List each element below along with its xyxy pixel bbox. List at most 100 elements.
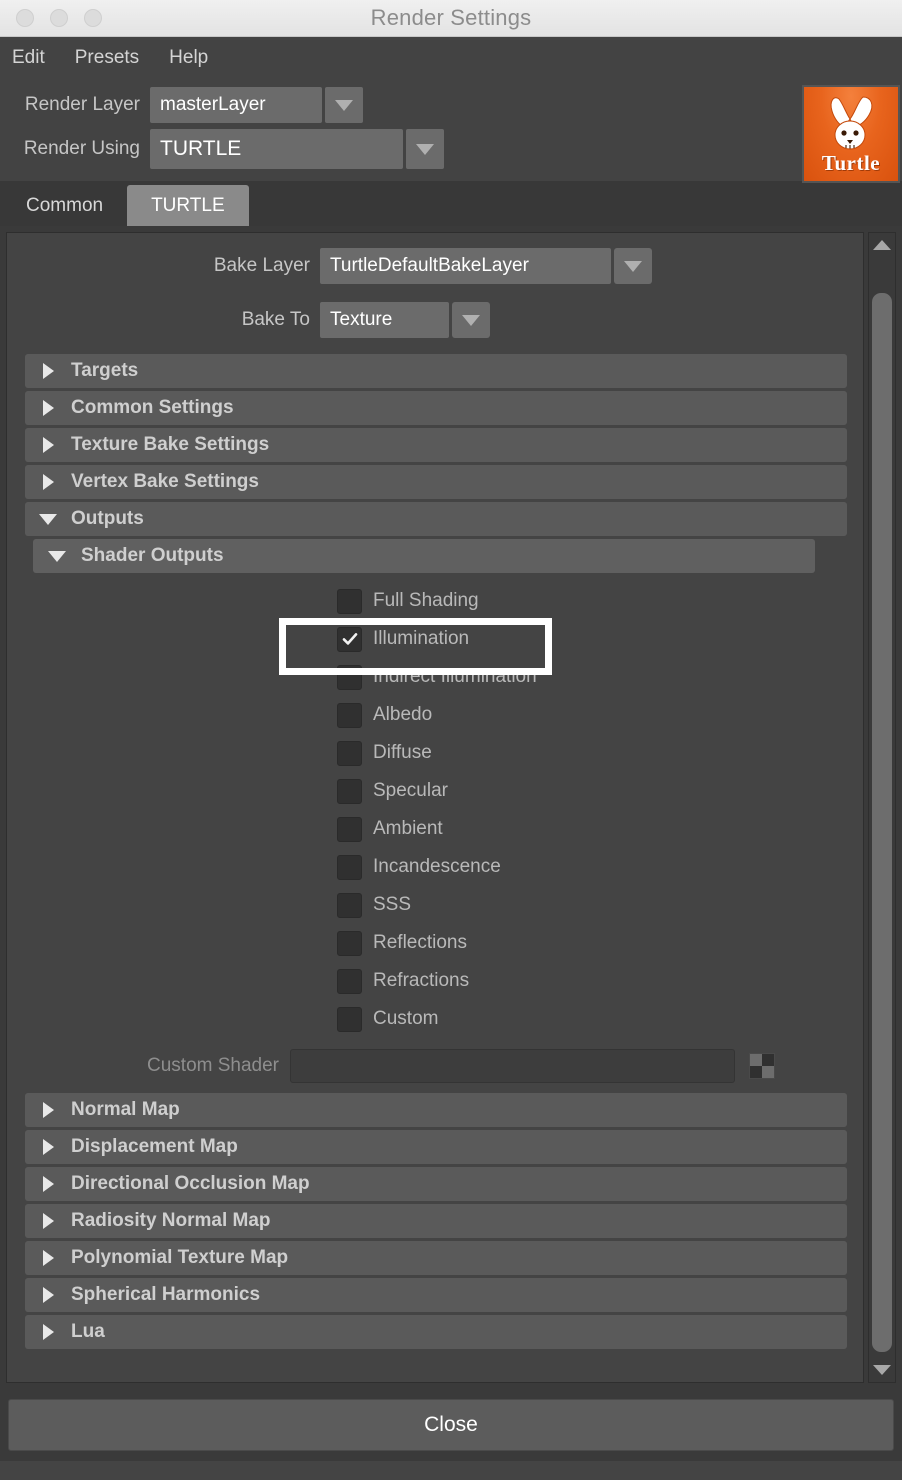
- bake-layer-value[interactable]: TurtleDefaultBakeLayer: [320, 248, 611, 284]
- render-layer-dropdown-button[interactable]: [325, 87, 363, 123]
- scrollbar-thumb[interactable]: [872, 293, 892, 1352]
- menu-bar: Edit Presets Help: [0, 37, 902, 79]
- section-shader-outputs[interactable]: Shader Outputs: [33, 539, 815, 573]
- section-displacement-map-label: Displacement Map: [71, 1136, 238, 1157]
- section-vertex-bake-settings[interactable]: Vertex Bake Settings: [25, 465, 847, 499]
- checkbox-label-full-shading: Full Shading: [373, 590, 479, 611]
- bake-to-dropdown-button[interactable]: [452, 302, 490, 338]
- bake-to-label: Bake To: [241, 309, 310, 330]
- checkbox-row-refractions[interactable]: Refractions: [7, 962, 863, 1000]
- section-polynomial-texture-map-label: Polynomial Texture Map: [71, 1247, 289, 1268]
- checkerboard-icon[interactable]: [749, 1053, 776, 1079]
- checkbox-label-refractions: Refractions: [373, 970, 470, 991]
- render-using-label: Render Using: [23, 138, 140, 159]
- disclosure-right-icon: [25, 437, 71, 453]
- checkbox-diffuse[interactable]: [337, 740, 362, 766]
- checkbox-custom[interactable]: [337, 1006, 362, 1032]
- disclosure-down-icon: [33, 550, 81, 562]
- checkbox-illumination[interactable]: [337, 626, 362, 652]
- checkbox-label-custom: Custom: [373, 1008, 439, 1029]
- checkbox-label-illumination: Illumination: [373, 628, 470, 649]
- scroll-up-button[interactable]: [869, 233, 895, 257]
- checkbox-row-indirect-illumination[interactable]: Indirect Illumination: [7, 658, 863, 696]
- disclosure-right-icon: [25, 1139, 71, 1155]
- checkbox-row-sss[interactable]: SSS: [7, 886, 863, 924]
- section-directional-occlusion-map[interactable]: Directional Occlusion Map: [25, 1167, 847, 1201]
- custom-shader-row: Custom Shader: [7, 1042, 863, 1090]
- render-layer-combo[interactable]: masterLayer: [150, 87, 363, 123]
- section-directional-occlusion-map-label: Directional Occlusion Map: [71, 1173, 310, 1194]
- checkbox-reflections[interactable]: [337, 930, 362, 956]
- checkmark-icon: [342, 633, 357, 645]
- section-polynomial-texture-map[interactable]: Polynomial Texture Map: [25, 1241, 847, 1275]
- checkbox-row-incandescence[interactable]: Incandescence: [7, 848, 863, 886]
- section-spherical-harmonics[interactable]: Spherical Harmonics: [25, 1278, 847, 1312]
- section-vertex-bake-settings-label: Vertex Bake Settings: [71, 471, 259, 492]
- checkbox-label-incandescence: Incandescence: [373, 856, 501, 877]
- scroll-down-button[interactable]: [869, 1358, 895, 1382]
- checkbox-row-ambient[interactable]: Ambient: [7, 810, 863, 848]
- tab-turtle[interactable]: TURTLE: [127, 185, 249, 226]
- menu-edit[interactable]: Edit: [12, 47, 45, 69]
- checkbox-full-shading[interactable]: [337, 588, 362, 614]
- turtle-logo: Turtle: [802, 85, 900, 183]
- checkbox-ambient[interactable]: [337, 816, 362, 842]
- scrollbar-track[interactable]: [869, 257, 895, 1358]
- section-texture-bake-settings[interactable]: Texture Bake Settings: [25, 428, 847, 462]
- close-dialog-button[interactable]: Close: [8, 1399, 894, 1451]
- checkbox-specular[interactable]: [337, 778, 362, 804]
- disclosure-right-icon: [25, 1176, 71, 1192]
- bake-layer-label: Bake Layer: [213, 255, 310, 276]
- disclosure-right-icon: [25, 400, 71, 416]
- checkbox-incandescence[interactable]: [337, 854, 362, 880]
- custom-shader-input[interactable]: [290, 1049, 736, 1083]
- checkbox-row-specular[interactable]: Specular: [7, 772, 863, 810]
- checkbox-row-custom[interactable]: Custom: [7, 1000, 863, 1038]
- section-common-settings-label: Common Settings: [71, 397, 234, 418]
- checkbox-label-diffuse: Diffuse: [373, 742, 432, 763]
- checkbox-indirect-illumination[interactable]: [337, 664, 362, 690]
- bake-to-value[interactable]: Texture: [320, 302, 449, 338]
- tab-common[interactable]: Common: [2, 185, 128, 226]
- menu-presets[interactable]: Presets: [75, 47, 139, 69]
- render-using-value[interactable]: TURTLE: [150, 129, 403, 169]
- checkbox-label-reflections: Reflections: [373, 932, 467, 953]
- disclosure-right-icon: [25, 1250, 71, 1266]
- bake-layer-row: Bake Layer TurtleDefaultBakeLayer: [7, 233, 863, 289]
- render-using-combo[interactable]: TURTLE: [150, 129, 444, 169]
- section-lua[interactable]: Lua: [25, 1315, 847, 1349]
- chevron-down-icon: [416, 143, 434, 155]
- section-targets-label: Targets: [71, 360, 139, 381]
- checkbox-label-albedo: Albedo: [373, 704, 433, 725]
- checkbox-row-diffuse[interactable]: Diffuse: [7, 734, 863, 772]
- render-using-row: Render Using TURTLE: [0, 127, 902, 171]
- disclosure-down-icon: [25, 513, 71, 525]
- section-radiosity-normal-map[interactable]: Radiosity Normal Map: [25, 1204, 847, 1238]
- panel-scrollbar[interactable]: [868, 232, 896, 1383]
- render-layer-value[interactable]: masterLayer: [150, 87, 322, 123]
- section-lua-label: Lua: [71, 1321, 105, 1342]
- disclosure-right-icon: [25, 1213, 71, 1229]
- section-spherical-harmonics-label: Spherical Harmonics: [71, 1284, 261, 1305]
- section-outputs[interactable]: Outputs: [25, 502, 847, 536]
- checkbox-row-albedo[interactable]: Albedo: [7, 696, 863, 734]
- section-normal-map[interactable]: Normal Map: [25, 1093, 847, 1127]
- checkbox-refractions[interactable]: [337, 968, 362, 994]
- checkbox-row-full-shading[interactable]: Full Shading: [7, 582, 863, 620]
- dialog-footer: Close: [0, 1389, 902, 1461]
- checkbox-albedo[interactable]: [337, 702, 362, 728]
- turtle-settings-panel: Bake Layer TurtleDefaultBakeLayer Bake T…: [6, 232, 864, 1383]
- section-common-settings[interactable]: Common Settings: [25, 391, 847, 425]
- section-targets[interactable]: Targets: [25, 354, 847, 388]
- checkbox-row-reflections[interactable]: Reflections: [7, 924, 863, 962]
- chevron-down-icon: [624, 260, 642, 272]
- rabbit-head-icon: [830, 96, 873, 150]
- disclosure-right-icon: [25, 363, 71, 379]
- checkbox-row-illumination[interactable]: Illumination: [7, 620, 863, 658]
- bake-layer-dropdown-button[interactable]: [614, 248, 652, 284]
- checkbox-sss[interactable]: [337, 892, 362, 918]
- custom-shader-label: Custom Shader: [147, 1055, 280, 1076]
- render-using-dropdown-button[interactable]: [406, 129, 444, 169]
- section-displacement-map[interactable]: Displacement Map: [25, 1130, 847, 1164]
- menu-help[interactable]: Help: [169, 47, 208, 69]
